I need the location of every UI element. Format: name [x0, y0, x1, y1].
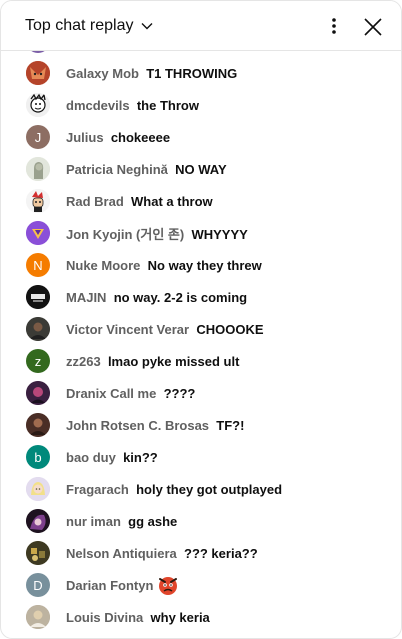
avatar-letter: J — [34, 129, 42, 145]
avatar: b — [26, 445, 50, 469]
message-text: no way. 2-2 is coming — [113, 289, 248, 305]
live-chat-panel: Top chat replay Galaxy Mob T1 THROWING d… — [0, 0, 402, 639]
chat-message[interactable]: Dranix Call me ???? — [1, 377, 401, 409]
angry-emoji-icon — [159, 577, 177, 595]
author-name[interactable]: Fragarach holy they got outplayed — [66, 482, 282, 497]
avatar — [26, 285, 50, 309]
photo-avatar-icon — [26, 413, 50, 437]
author-name[interactable]: bao duy kin?? — [66, 450, 158, 465]
cartoon-avatar-icon — [26, 93, 50, 117]
author-name[interactable]: MAJIN no way. 2-2 is coming — [66, 290, 247, 305]
message-text: TF?! — [216, 417, 245, 433]
avatar — [26, 477, 50, 501]
chat-message[interactable]: Louis Divina why keria — [1, 601, 401, 633]
author-name[interactable]: Darian Fontyn — [66, 578, 153, 593]
avatar — [26, 541, 50, 565]
avatar — [26, 61, 50, 85]
author-name[interactable]: John Rotsen C. Brosas TF?! — [66, 418, 244, 433]
avatar — [26, 189, 50, 213]
cartoon-avatar-icon — [26, 189, 50, 213]
photo-avatar-icon — [26, 605, 50, 629]
photo-avatar-icon — [26, 317, 50, 341]
close-chat-button[interactable] — [359, 13, 387, 41]
author-name[interactable]: Jon Kyojin (거인 존) WHYYYY — [66, 224, 248, 243]
chat-header: Top chat replay — [1, 1, 401, 51]
chat-mode-dropdown[interactable]: Top chat replay — [15, 11, 164, 41]
message-text: NO WAY — [175, 161, 227, 177]
chat-message[interactable]: D Darian Fontyn — [1, 567, 401, 603]
avatar: N — [26, 253, 50, 277]
avatar: z — [26, 349, 50, 373]
logo-avatar-icon — [26, 285, 50, 309]
message-text: the Throw — [136, 97, 199, 113]
author-name[interactable]: Nuke Moore No way they threw — [66, 258, 262, 273]
chat-message[interactable]: Nelson Antiquiera ??? keria?? — [1, 537, 401, 569]
chat-message[interactable]: nur iman gg ashe — [1, 505, 401, 537]
anime-avatar-icon — [26, 509, 50, 533]
avatar-letter: b — [34, 449, 42, 465]
message-text: What a throw — [131, 193, 213, 209]
avatar — [26, 605, 50, 629]
chat-message[interactable]: John Rotsen C. Brosas TF?! — [1, 409, 401, 441]
message-text: lmao pyke missed ult — [107, 353, 240, 369]
author-name[interactable]: Rad Brad What a throw — [66, 194, 213, 209]
message-text: kin?? — [123, 449, 158, 465]
message-text: why keria — [150, 609, 210, 625]
avatar — [26, 221, 50, 245]
author-name[interactable]: Louis Divina why keria — [66, 610, 210, 625]
avatar — [26, 317, 50, 341]
photo-avatar-icon — [26, 381, 50, 405]
author-name[interactable]: Julius chokeeee — [66, 130, 170, 145]
close-icon — [364, 18, 382, 36]
message-text: WHYYYY — [191, 226, 248, 242]
author-name[interactable]: Nelson Antiquiera ??? keria?? — [66, 546, 258, 561]
author-name[interactable]: zz263 lmao pyke missed ult — [66, 354, 239, 369]
chat-message[interactable]: z zz263 lmao pyke missed ult — [1, 345, 401, 377]
avatar — [26, 509, 50, 533]
message-text: T1 THROWING — [146, 65, 238, 81]
message-text: chokeeee — [110, 129, 171, 145]
message-text: CHOOOKE — [196, 321, 264, 337]
author-name[interactable]: Patricia Neghină NO WAY — [66, 162, 227, 177]
author-name[interactable]: Galaxy Mob T1 THROWING — [66, 66, 237, 81]
avatar: J — [26, 125, 50, 149]
chat-message[interactable]: Jon Kyojin (거인 존) WHYYYY — [1, 217, 401, 249]
avatar — [26, 413, 50, 437]
chat-mode-label: Top chat replay — [25, 17, 134, 34]
author-name[interactable]: nur iman gg ashe — [66, 514, 177, 529]
chevron-down-icon — [141, 23, 153, 30]
logo-avatar-icon — [26, 221, 50, 245]
avatar-letter: N — [33, 257, 43, 273]
avatar — [26, 157, 50, 181]
message-text: ??? keria?? — [184, 545, 258, 561]
chat-message[interactable]: Victor Vincent Verar CHOOOKE — [1, 313, 401, 345]
fox-avatar-icon — [26, 61, 50, 85]
chat-message[interactable]: b bao duy kin?? — [1, 441, 401, 473]
message-text: No way they threw — [147, 257, 262, 273]
message-text: ???? — [163, 385, 196, 401]
avatar — [26, 93, 50, 117]
chat-message[interactable]: Patricia Neghină NO WAY — [1, 153, 401, 185]
chat-message[interactable]: MAJIN no way. 2-2 is coming — [1, 281, 401, 313]
more-options-button[interactable] — [321, 13, 347, 39]
avatar: D — [26, 573, 50, 597]
chat-message[interactable]: Rad Brad What a throw — [1, 185, 401, 217]
chat-message[interactable]: N Nuke Moore No way they threw — [1, 249, 401, 281]
author-name[interactable]: Dranix Call me ???? — [66, 386, 195, 401]
message-text: gg ashe — [128, 513, 178, 529]
more-vert-icon — [332, 18, 336, 34]
statue-avatar-icon — [26, 157, 50, 181]
message-text: holy they got outplayed — [136, 481, 283, 497]
chat-message[interactable]: Fragarach holy they got outplayed — [1, 473, 401, 505]
avatar-letter: z — [34, 353, 42, 369]
avatar-letter: D — [33, 577, 43, 593]
anime-avatar-icon — [26, 477, 50, 501]
photo-avatar-icon — [26, 541, 50, 565]
chat-message[interactable]: dmcdevils the Throw — [1, 89, 401, 121]
chat-message[interactable]: J Julius chokeeee — [1, 121, 401, 153]
author-name[interactable]: dmcdevils the Throw — [66, 98, 199, 113]
author-name[interactable]: Victor Vincent Verar CHOOOKE — [66, 322, 264, 337]
chat-message[interactable]: Galaxy Mob T1 THROWING — [1, 57, 401, 89]
avatar — [26, 381, 50, 405]
